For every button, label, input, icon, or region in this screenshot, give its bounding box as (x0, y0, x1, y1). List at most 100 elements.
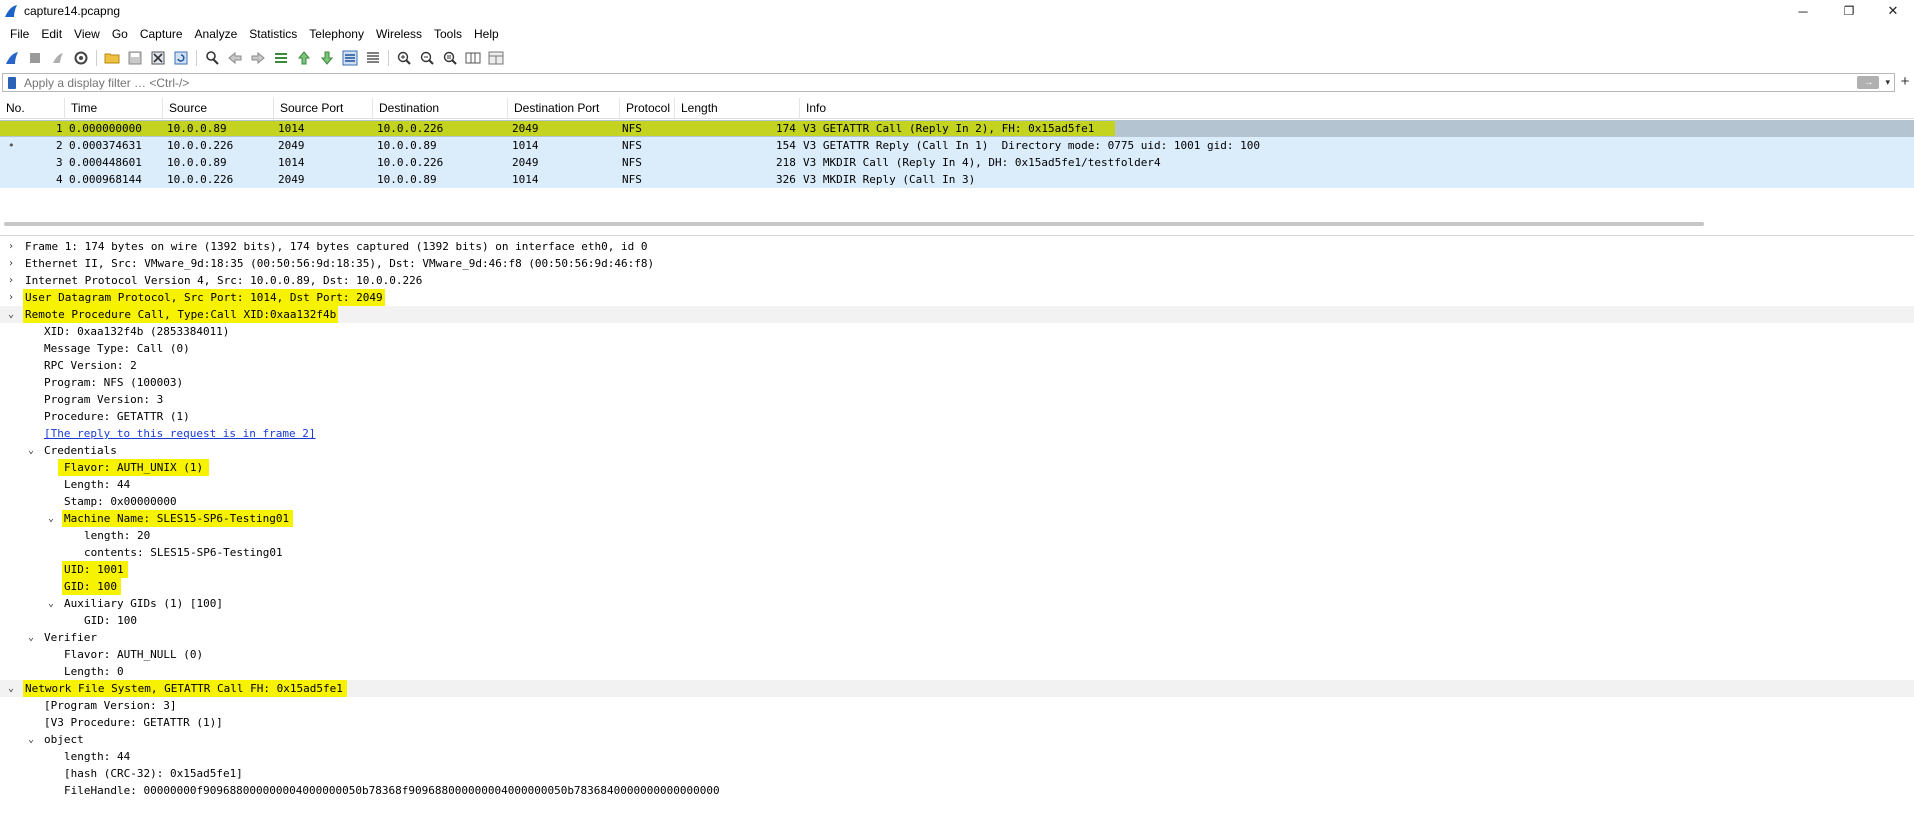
column-header-protocol[interactable]: Protocol (620, 98, 675, 118)
tree-item-verifier[interactable]: ⌄ Verifier (0, 629, 1914, 646)
tree-item-hash[interactable]: [hash (CRC-32): 0x15ad5fe1] (0, 765, 1914, 782)
tree-item-gid[interactable]: GID: 100 (0, 578, 1914, 595)
start-capture-icon[interactable] (4, 50, 20, 66)
packet-row[interactable]: 1 0.000000000 10.0.0.89 1014 10.0.0.226 … (0, 120, 1914, 137)
tree-item-ipv4[interactable]: › Internet Protocol Version 4, Src: 10.0.… (0, 272, 1914, 289)
column-header-destination-port[interactable]: Destination Port (508, 98, 620, 118)
tree-item-length[interactable]: Length: 44 (0, 476, 1914, 493)
first-packet-icon[interactable] (296, 50, 312, 66)
normal-size-icon[interactable] (442, 50, 458, 66)
tree-item-ethernet[interactable]: › Ethernet II, Src: VMware_9d:18:35 (00:5… (0, 255, 1914, 272)
menu-help[interactable]: Help (468, 24, 505, 44)
tree-item-verifier-flavor[interactable]: Flavor: AUTH_NULL (0) (0, 646, 1914, 663)
collapse-arrow-icon[interactable]: ⌄ (46, 510, 56, 527)
go-back-icon[interactable] (227, 50, 243, 66)
tree-item-aux-gid[interactable]: GID: 100 (0, 612, 1914, 629)
minimize-button[interactable]: ─ (1780, 0, 1826, 22)
tree-item-procedure[interactable]: Procedure: GETATTR (1) (0, 408, 1914, 425)
column-header-time[interactable]: Time (65, 98, 163, 118)
column-header-source-port[interactable]: Source Port (274, 98, 373, 118)
tree-item-name-contents[interactable]: contents: SLES15-SP6-Testing01 (0, 544, 1914, 561)
tree-item-reply-link[interactable]: [The reply to this request is in frame 2… (0, 425, 1914, 442)
close-button[interactable]: ✕ (1870, 0, 1914, 22)
tree-item-uid[interactable]: UID: 1001 (0, 561, 1914, 578)
collapse-arrow-icon[interactable]: ⌄ (6, 306, 16, 323)
tree-item-program-version[interactable]: Program Version: 3 (0, 391, 1914, 408)
expand-arrow-icon[interactable]: › (6, 238, 16, 255)
column-header-length[interactable]: Length (675, 98, 800, 118)
reply-frame-link[interactable]: [The reply to this request is in frame 2… (44, 425, 316, 442)
collapse-arrow-icon[interactable]: ⌄ (26, 442, 36, 459)
column-header-info[interactable]: Info (800, 98, 1914, 118)
tree-item-aux-gids[interactable]: ⌄ Auxiliary GIDs (1) [100] (0, 595, 1914, 612)
tree-item-rpc-version[interactable]: RPC Version: 2 (0, 357, 1914, 374)
packet-list-horizontal-scrollbar[interactable] (4, 222, 1704, 226)
column-header-destination[interactable]: Destination (373, 98, 508, 118)
find-packet-icon[interactable] (204, 50, 220, 66)
colorize-icon[interactable] (365, 50, 381, 66)
column-header-no[interactable]: No. (0, 98, 65, 118)
tree-item-xid[interactable]: XID: 0xaa132f4b (2853384011) (0, 323, 1914, 340)
last-packet-icon[interactable] (319, 50, 335, 66)
apply-filter-arrow-icon[interactable]: → (1857, 76, 1880, 89)
collapse-arrow-icon[interactable]: ⌄ (6, 680, 16, 697)
stop-capture-icon[interactable] (27, 50, 43, 66)
menu-capture[interactable]: Capture (134, 24, 189, 44)
zoom-out-icon[interactable] (419, 50, 435, 66)
tree-item-verifier-length[interactable]: Length: 0 (0, 663, 1914, 680)
add-filter-button[interactable]: + (1898, 73, 1912, 92)
expand-arrow-icon[interactable]: › (6, 289, 16, 306)
menu-go[interactable]: Go (106, 24, 134, 44)
packet-row[interactable]: 4 0.000968144 10.0.0.226 2049 10.0.0.89 … (0, 171, 1914, 188)
collapse-arrow-icon[interactable]: ⌄ (26, 731, 36, 748)
tree-item-object-length[interactable]: length: 44 (0, 748, 1914, 765)
display-filter-input[interactable] (24, 75, 1858, 90)
tree-item-rpc[interactable]: ⌄ Remote Procedure Call, Type:Call XID:0x… (0, 306, 1914, 323)
menu-file[interactable]: File (4, 24, 35, 44)
save-file-icon[interactable] (127, 50, 143, 66)
tree-item-program[interactable]: Program: NFS (100003) (0, 374, 1914, 391)
tree-item-nfs[interactable]: ⌄ Network File System, GETATTR Call FH: 0… (0, 680, 1914, 697)
bookmark-icon[interactable] (8, 76, 16, 89)
zoom-in-icon[interactable] (396, 50, 412, 66)
tree-item-frame[interactable]: › Frame 1: 174 bytes on wire (1392 bits),… (0, 238, 1914, 255)
open-file-icon[interactable] (104, 50, 120, 66)
go-forward-icon[interactable] (250, 50, 266, 66)
menu-tools[interactable]: Tools (428, 24, 468, 44)
collapse-arrow-icon[interactable]: ⌄ (26, 629, 36, 646)
restart-capture-icon[interactable] (50, 50, 66, 66)
column-header-source[interactable]: Source (163, 98, 274, 118)
tree-item-flavor[interactable]: Flavor: AUTH_UNIX (1) (0, 459, 1914, 476)
resize-columns-icon[interactable] (465, 50, 481, 66)
tree-item-nfs-procedure[interactable]: [V3 Procedure: GETATTR (1)] (0, 714, 1914, 731)
menu-wireless[interactable]: Wireless (370, 24, 428, 44)
expand-arrow-icon[interactable]: › (6, 255, 16, 272)
maximize-button[interactable]: ❐ (1826, 0, 1872, 22)
capture-options-icon[interactable] (73, 50, 89, 66)
packet-row[interactable]: 3 0.000448601 10.0.0.89 1014 10.0.0.226 … (0, 154, 1914, 171)
tree-item-stamp[interactable]: Stamp: 0x00000000 (0, 493, 1914, 510)
packet-row[interactable]: • 2 0.000374631 10.0.0.226 2049 10.0.0.8… (0, 137, 1914, 154)
reload-file-icon[interactable] (173, 50, 189, 66)
pane-divider[interactable] (0, 235, 1914, 236)
tree-item-name-length[interactable]: length: 20 (0, 527, 1914, 544)
menu-statistics[interactable]: Statistics (243, 24, 303, 44)
tree-item-object[interactable]: ⌄ object (0, 731, 1914, 748)
collapse-arrow-icon[interactable]: ⌄ (46, 595, 56, 612)
go-to-packet-icon[interactable] (273, 50, 289, 66)
tree-item-credentials[interactable]: ⌄ Credentials (0, 442, 1914, 459)
tree-item-machine-name[interactable]: ⌄ Machine Name: SLES15-SP6-Testing01 (0, 510, 1914, 527)
autoscroll-icon[interactable] (342, 50, 358, 66)
close-file-icon[interactable] (150, 50, 166, 66)
menu-view[interactable]: View (68, 24, 106, 44)
tree-item-message-type[interactable]: Message Type: Call (0) (0, 340, 1914, 357)
layout-icon[interactable] (488, 50, 504, 66)
menu-analyze[interactable]: Analyze (189, 24, 244, 44)
menu-telephony[interactable]: Telephony (303, 24, 370, 44)
menu-edit[interactable]: Edit (35, 24, 68, 44)
tree-item-filehandle[interactable]: FileHandle: 00000000f9096880000000040000… (0, 782, 1914, 799)
expand-arrow-icon[interactable]: › (6, 272, 16, 289)
tree-item-udp[interactable]: › User Datagram Protocol, Src Port: 1014,… (0, 289, 1914, 306)
tree-item-nfs-program-version[interactable]: [Program Version: 3] (0, 697, 1914, 714)
filter-history-dropdown-icon[interactable]: ▾ (1885, 77, 1890, 88)
